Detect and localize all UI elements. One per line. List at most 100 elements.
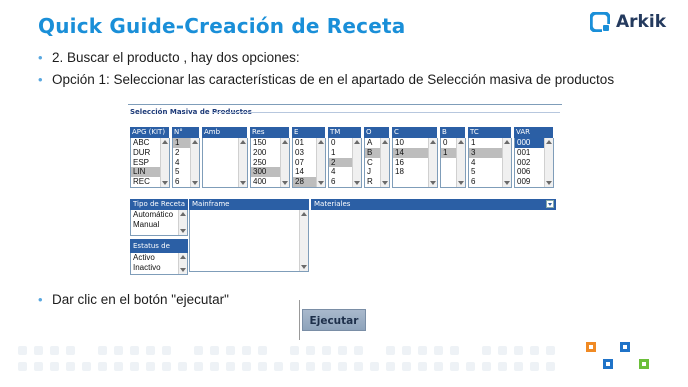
arkik-logo: Arkik bbox=[590, 12, 666, 32]
scroll-down-icon[interactable] bbox=[458, 181, 464, 185]
footer-square bbox=[130, 362, 139, 371]
scroll-down-icon[interactable] bbox=[318, 181, 324, 185]
footer-square bbox=[338, 362, 347, 371]
footer-square bbox=[66, 362, 75, 371]
bullet-item: • Dar clic en el botón "ejecutar" bbox=[38, 292, 229, 308]
slide-title: Quick Guide-Creación de Receta bbox=[38, 14, 406, 38]
footer-square bbox=[242, 346, 251, 355]
column-listbox[interactable]: 10 14 16 18 bbox=[392, 138, 438, 188]
bullet-text: Dar clic en el botón "ejecutar" bbox=[52, 292, 229, 307]
column-listbox[interactable]: 01 bbox=[440, 138, 466, 188]
column-2: Amb bbox=[202, 127, 248, 188]
scrollbar[interactable] bbox=[160, 138, 169, 187]
footer-square bbox=[50, 346, 59, 355]
scroll-down-icon[interactable] bbox=[282, 181, 288, 185]
scrollbar[interactable] bbox=[280, 138, 289, 187]
scroll-up-icon[interactable] bbox=[430, 140, 436, 144]
footer-square bbox=[386, 362, 395, 371]
scroll-down-icon[interactable] bbox=[240, 181, 246, 185]
column-listbox[interactable]: 13456 bbox=[468, 138, 512, 188]
scrollbar[interactable] bbox=[238, 138, 247, 187]
chevron-down-icon[interactable] bbox=[546, 200, 554, 208]
column-listbox[interactable]: 01 03 07 14 28 bbox=[292, 138, 326, 188]
column-listbox[interactable] bbox=[202, 138, 248, 188]
scroll-down-icon[interactable] bbox=[162, 181, 168, 185]
scroll-up-icon[interactable] bbox=[546, 140, 552, 144]
scroll-up-icon[interactable] bbox=[458, 140, 464, 144]
mainframe-listbox[interactable] bbox=[189, 210, 309, 272]
footer-square bbox=[290, 362, 299, 371]
materiales-header: Materiales bbox=[311, 199, 556, 210]
column-7: C 10 14 16 18 bbox=[392, 127, 438, 188]
footer-square bbox=[66, 346, 75, 355]
footer-square bbox=[290, 346, 299, 355]
scrollbar[interactable] bbox=[380, 138, 389, 187]
column-header: C bbox=[392, 127, 438, 138]
scroll-up-icon[interactable] bbox=[282, 140, 288, 144]
scroll-up-icon[interactable] bbox=[180, 212, 186, 216]
scroll-up-icon[interactable] bbox=[240, 140, 246, 144]
footer-square bbox=[98, 362, 107, 371]
scroll-up-icon[interactable] bbox=[192, 140, 198, 144]
scrollbar[interactable] bbox=[190, 138, 199, 187]
decorative-square-icon bbox=[639, 359, 649, 369]
column-5: TM 0 1 2 4 6 bbox=[328, 127, 362, 188]
scroll-down-icon[interactable] bbox=[180, 268, 186, 272]
scrollbar[interactable] bbox=[428, 138, 437, 187]
scroll-down-icon[interactable] bbox=[382, 181, 388, 185]
column-header: TC bbox=[468, 127, 512, 138]
scroll-up-icon[interactable] bbox=[180, 255, 186, 259]
scroll-down-icon[interactable] bbox=[546, 181, 552, 185]
footer-square bbox=[530, 346, 539, 355]
footer-square bbox=[466, 362, 475, 371]
scroll-up-icon[interactable] bbox=[504, 140, 510, 144]
scroll-down-icon[interactable] bbox=[301, 265, 307, 269]
scrollbar[interactable] bbox=[299, 210, 308, 271]
footer-square bbox=[354, 362, 363, 371]
column-listbox[interactable]: ABC DUR ESP LIN REC bbox=[130, 138, 170, 188]
scroll-up-icon[interactable] bbox=[162, 140, 168, 144]
footer-square bbox=[434, 346, 443, 355]
scroll-up-icon[interactable] bbox=[318, 140, 324, 144]
footer-square bbox=[34, 346, 43, 355]
scrollbar[interactable] bbox=[544, 138, 553, 187]
footer-square bbox=[354, 346, 363, 355]
scroll-up-icon[interactable] bbox=[301, 212, 307, 216]
scroll-up-icon[interactable] bbox=[382, 140, 388, 144]
scrollbar[interactable] bbox=[316, 138, 325, 187]
footer-square bbox=[482, 346, 491, 355]
footer-square bbox=[386, 346, 395, 355]
scroll-down-icon[interactable] bbox=[180, 229, 186, 233]
footer-square bbox=[402, 346, 411, 355]
column-listbox[interactable]: 12456 bbox=[172, 138, 200, 188]
scroll-down-icon[interactable] bbox=[192, 181, 198, 185]
column-listbox[interactable]: 01246 bbox=[328, 138, 362, 188]
scrollbar[interactable] bbox=[456, 138, 465, 187]
scroll-down-icon[interactable] bbox=[430, 181, 436, 185]
column-listbox[interactable]: 000 001 002 006 009 bbox=[514, 138, 554, 188]
estatus-listbox[interactable]: Activo Inactivo bbox=[130, 253, 188, 275]
tipo-receta-listbox[interactable]: Automático Manual bbox=[130, 210, 188, 236]
tipo-receta-header: Tipo de Receta bbox=[130, 199, 188, 210]
scrollbar[interactable] bbox=[502, 138, 511, 187]
column-header: TM bbox=[328, 127, 362, 138]
footer-square bbox=[258, 362, 267, 371]
footer-square bbox=[370, 362, 379, 371]
column-listbox[interactable]: ABCJR bbox=[364, 138, 390, 188]
footer-square bbox=[482, 362, 491, 371]
footer-square bbox=[194, 346, 203, 355]
footer-square bbox=[530, 362, 539, 371]
column-3: Res 150 200 250 300 400 bbox=[250, 127, 290, 188]
column-listbox[interactable]: 150 200 250 300 400 bbox=[250, 138, 290, 188]
ejecutar-button[interactable]: Ejecutar bbox=[302, 309, 366, 331]
footer-square bbox=[274, 362, 283, 371]
scroll-up-icon[interactable] bbox=[354, 140, 360, 144]
bullet-dot-icon: • bbox=[38, 72, 43, 87]
scrollbar[interactable] bbox=[178, 253, 187, 274]
scrollbar[interactable] bbox=[178, 210, 187, 235]
estatus-header: Estatus de Recet bbox=[130, 239, 188, 264]
scroll-down-icon[interactable] bbox=[354, 181, 360, 185]
scrollbar[interactable] bbox=[352, 138, 361, 187]
scroll-down-icon[interactable] bbox=[504, 181, 510, 185]
footer-square bbox=[498, 362, 507, 371]
